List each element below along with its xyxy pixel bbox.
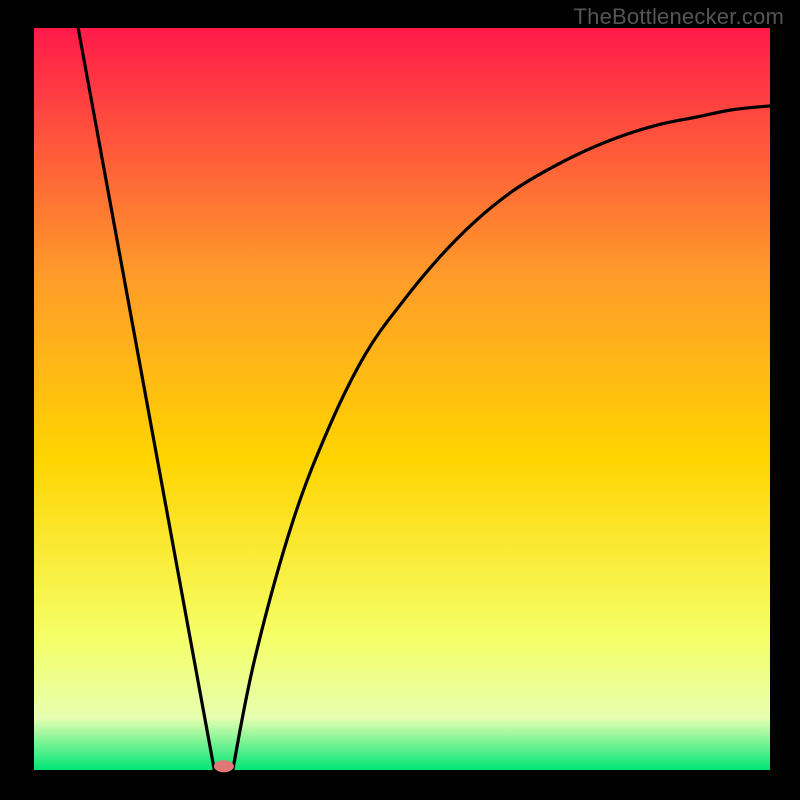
bottleneck-chart — [0, 0, 800, 800]
watermark-text: TheBottlenecker.com — [574, 4, 784, 30]
plot-background — [34, 28, 770, 770]
chart-frame: TheBottlenecker.com — [0, 0, 800, 800]
optimal-marker — [214, 760, 234, 772]
